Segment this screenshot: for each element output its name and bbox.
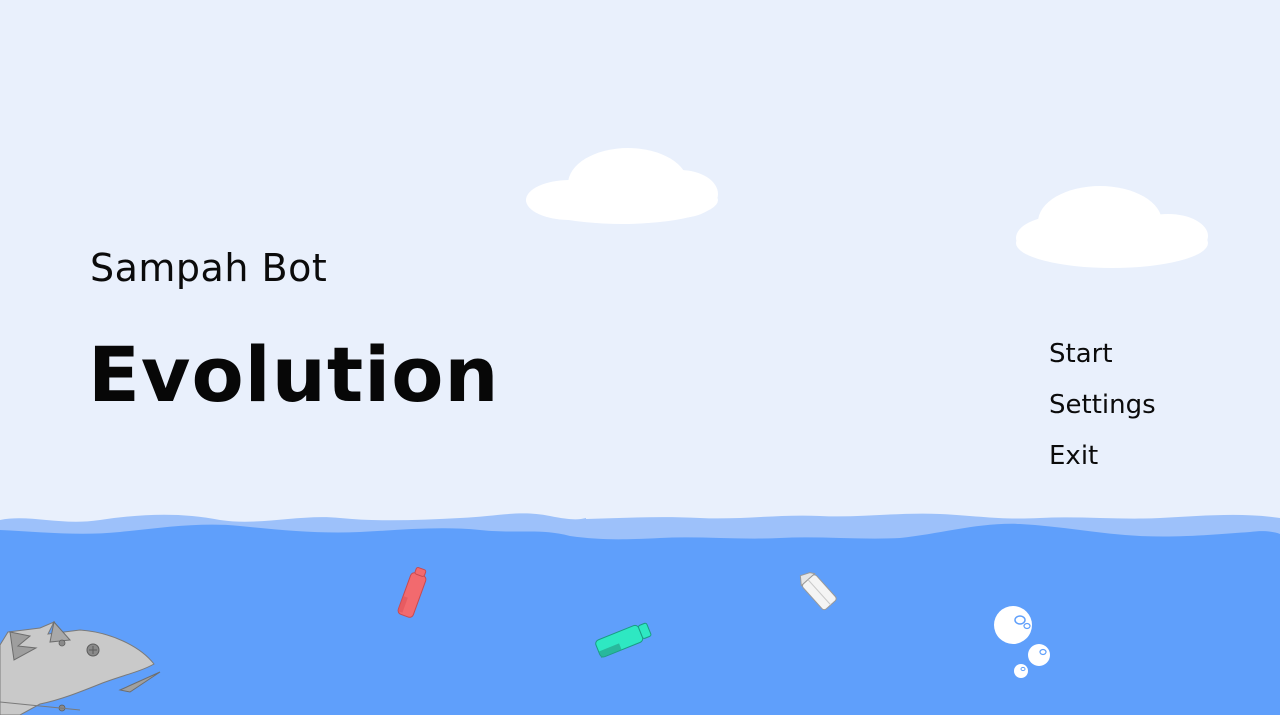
start-button[interactable]: Start xyxy=(1049,336,1156,387)
game-title: Evolution xyxy=(88,330,500,419)
cloud-left xyxy=(526,148,718,224)
cloud-right xyxy=(1016,186,1208,268)
main-menu: Start Settings Exit xyxy=(1049,336,1156,489)
exit-button[interactable]: Exit xyxy=(1049,438,1156,489)
water xyxy=(0,523,1280,715)
title-screen: Sampah Bot Evolution Start Settings Exit xyxy=(0,0,1280,715)
settings-button[interactable]: Settings xyxy=(1049,387,1156,438)
game-subtitle: Sampah Bot xyxy=(90,246,328,290)
